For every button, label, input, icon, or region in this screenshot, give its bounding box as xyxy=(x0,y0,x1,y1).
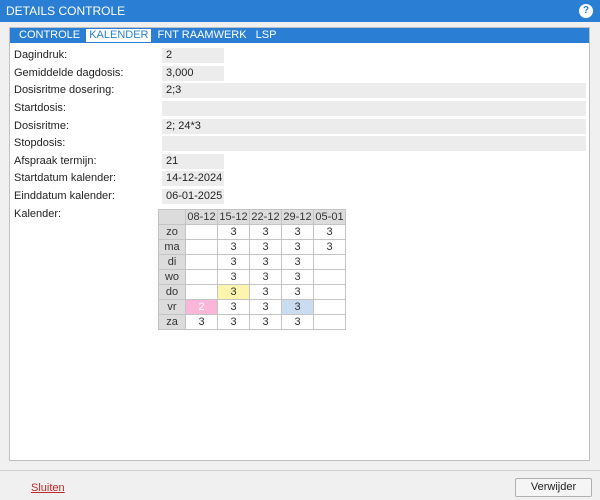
calendar-cell: 3 xyxy=(217,314,250,330)
calendar-cell xyxy=(313,254,346,270)
day-label: ma xyxy=(158,239,186,255)
calendar-cell xyxy=(313,269,346,285)
calendar-cell: 3 xyxy=(217,224,250,240)
close-button[interactable]: Sluiten xyxy=(31,482,65,494)
day-label: za xyxy=(158,314,186,330)
calendar-row: do 3 3 3 xyxy=(158,284,346,300)
calendar-cell: 3 xyxy=(249,299,282,315)
calendar-cell: 3 xyxy=(249,239,282,255)
calendar-cell: 3 xyxy=(249,269,282,285)
calendar-row: wo 3 3 3 xyxy=(158,269,346,285)
day-label: di xyxy=(158,254,186,270)
calendar-cell-today: 3 xyxy=(217,284,250,300)
dosisritme-dosering-value: 2;3 xyxy=(162,83,586,98)
tab-fnt-raamwerk[interactable]: FNT RAAMWERK xyxy=(155,29,250,42)
calendar-cell: 3 xyxy=(281,314,314,330)
calendar-cell: 3 xyxy=(249,224,282,240)
calendar-cell: 3 xyxy=(249,254,282,270)
calendar-cell-end: 3 xyxy=(281,299,314,315)
week-header: 15-12 xyxy=(217,209,250,225)
window-title: DETAILS CONTROLE xyxy=(6,4,126,18)
footer-bar: Sluiten Verwijder xyxy=(0,470,600,500)
calendar-cell xyxy=(185,224,218,240)
calendar-cell xyxy=(313,314,346,330)
help-icon[interactable]: ? xyxy=(579,4,593,18)
calendar-row: vr 2 3 3 3 xyxy=(158,299,346,315)
calendar-cell: 3 xyxy=(281,224,314,240)
einddatum-kalender-value: 06-01-2025 xyxy=(162,189,224,204)
kalender-label: Kalender: xyxy=(14,208,62,220)
einddatum-kalender-label: Einddatum kalender: xyxy=(14,190,115,202)
afspraak-termijn-label: Afspraak termijn: xyxy=(14,155,97,167)
calendar-cell xyxy=(185,284,218,300)
calendar-cell: 3 xyxy=(281,284,314,300)
calendar-cell: 3 xyxy=(217,299,250,315)
day-label: do xyxy=(158,284,186,300)
dosisritme-label: Dosisritme: xyxy=(14,120,70,132)
calendar-cell xyxy=(185,269,218,285)
stopdosis-value xyxy=(162,136,586,151)
stopdosis-label: Stopdosis: xyxy=(14,137,66,149)
week-header: 08-12 xyxy=(185,209,218,225)
tab-controle[interactable]: CONTROLE xyxy=(16,29,83,42)
calendar-cell: 3 xyxy=(217,269,250,285)
calendar-cell: 3 xyxy=(281,269,314,285)
calendar-row: zo 3 3 3 3 xyxy=(158,224,346,240)
calendar-row: di 3 3 3 xyxy=(158,254,346,270)
calendar-header-row: 08-12 15-12 22-12 29-12 05-01 xyxy=(158,209,346,225)
calendar-row: ma 3 3 3 3 xyxy=(158,239,346,255)
week-header: 29-12 xyxy=(281,209,314,225)
tab-kalender[interactable]: KALENDER xyxy=(86,29,152,42)
calendar-cell xyxy=(313,284,346,300)
calendar-cell: 3 xyxy=(313,224,346,240)
dosisritme-value: 2; 24*3 xyxy=(162,119,586,134)
calendar-cell: 3 xyxy=(217,239,250,255)
calendar-row: za 3 3 3 3 xyxy=(158,314,346,330)
dosisritme-dosering-label: Dosisritme dosering: xyxy=(14,84,115,96)
dagindruk-value: 2 xyxy=(162,48,224,63)
startdosis-value xyxy=(162,101,586,116)
week-header: 22-12 xyxy=(249,209,282,225)
delete-button[interactable]: Verwijder xyxy=(515,478,592,497)
day-label: vr xyxy=(158,299,186,315)
afspraak-termijn-value: 21 xyxy=(162,154,224,169)
calendar-cell: 3 xyxy=(281,254,314,270)
day-label: wo xyxy=(158,269,186,285)
calendar-cell: 3 xyxy=(185,314,218,330)
details-panel: CONTROLE KALENDER FNT RAAMWERK LSP Dagin… xyxy=(9,27,590,461)
startdatum-kalender-value: 14-12-2024 xyxy=(162,171,224,186)
startdosis-label: Startdosis: xyxy=(14,102,66,114)
tab-lsp[interactable]: LSP xyxy=(253,29,280,42)
window-titlebar: DETAILS CONTROLE ? xyxy=(0,0,600,22)
calendar-cell xyxy=(185,254,218,270)
gemiddelde-dagdosis-label: Gemiddelde dagdosis: xyxy=(14,67,124,79)
calendar-grid: 08-12 15-12 22-12 29-12 05-01 zo 3 3 3 3… xyxy=(158,209,346,330)
calendar-cell: 3 xyxy=(313,239,346,255)
calendar-cell: 3 xyxy=(249,314,282,330)
calendar-cell xyxy=(185,239,218,255)
calendar-cell: 3 xyxy=(249,284,282,300)
calendar-corner xyxy=(158,209,186,225)
tab-bar: CONTROLE KALENDER FNT RAAMWERK LSP xyxy=(10,28,589,43)
day-label: zo xyxy=(158,224,186,240)
calendar-cell-start: 2 xyxy=(185,299,218,315)
calendar-cell: 3 xyxy=(217,254,250,270)
calendar-cell xyxy=(313,299,346,315)
week-header: 05-01 xyxy=(313,209,346,225)
startdatum-kalender-label: Startdatum kalender: xyxy=(14,172,117,184)
dagindruk-label: Dagindruk: xyxy=(14,49,68,61)
gemiddelde-dagdosis-value: 3,000 xyxy=(162,66,224,81)
calendar-cell: 3 xyxy=(281,239,314,255)
